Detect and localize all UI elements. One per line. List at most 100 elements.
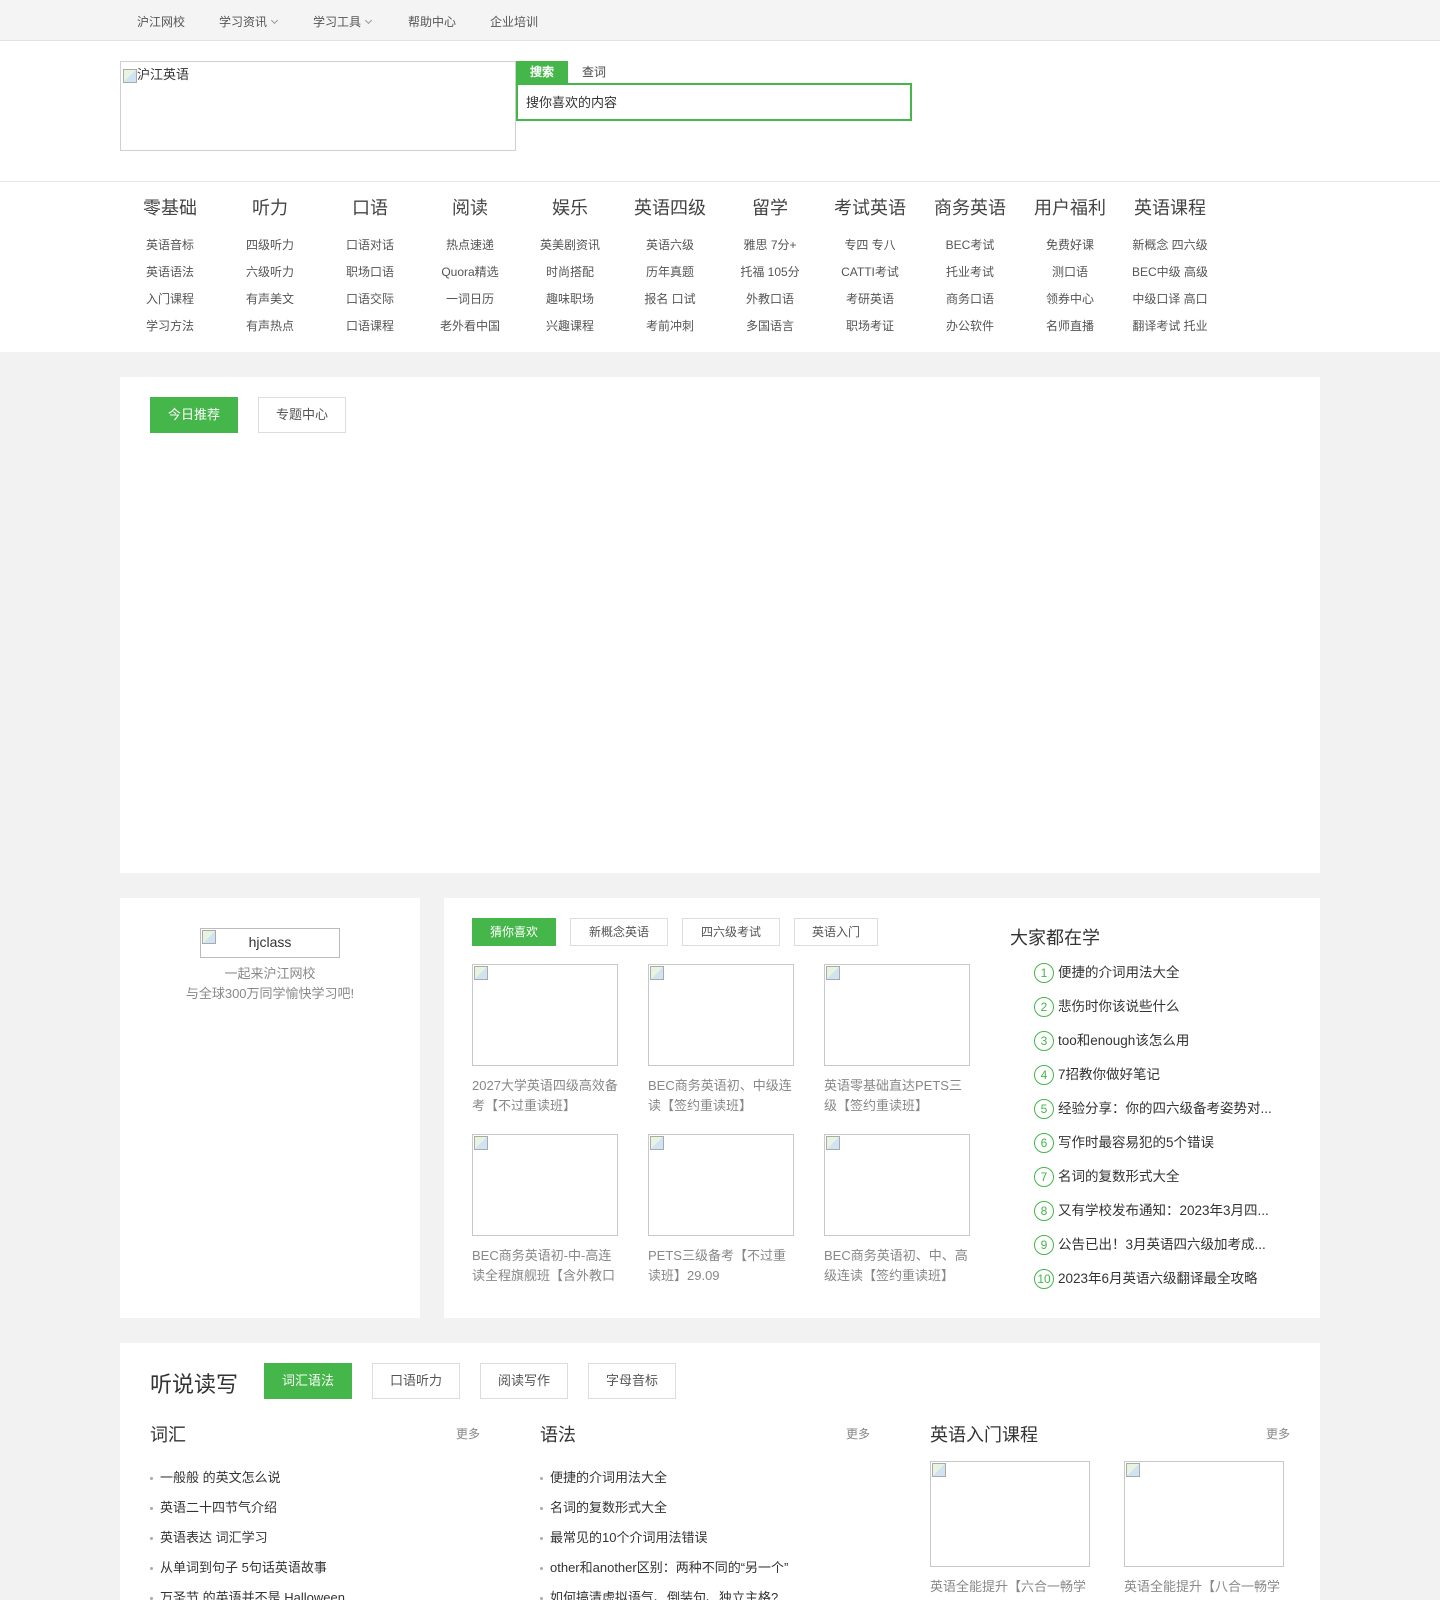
ranking-item[interactable]: 5 经验分享：你的四六级备考姿势对... [1034, 1098, 1292, 1132]
category-link[interactable]: 兴趣课程 [520, 315, 620, 342]
category-title[interactable]: 口语 [320, 196, 420, 226]
search-tab-dictionary[interactable]: 查词 [574, 61, 614, 83]
tab-today-recommend[interactable]: 今日推荐 [150, 397, 238, 433]
topnav-learning-tools[interactable]: 学习工具 [313, 13, 373, 30]
grammar-more-link[interactable]: 更多 [846, 1425, 870, 1442]
category-link[interactable]: 口语对话 [320, 234, 420, 261]
category-link[interactable]: 口语课程 [320, 315, 420, 342]
category-link[interactable]: 老外看中国 [420, 315, 520, 342]
category-title[interactable]: 商务英语 [920, 196, 1020, 226]
intro-more-link[interactable]: 更多 [1266, 1425, 1290, 1442]
ranking-item[interactable]: 6 写作时最容易犯的5个错误 [1034, 1132, 1292, 1166]
topnav-help-center[interactable]: 帮助中心 [408, 13, 456, 30]
tab-speaking-listening[interactable]: 口语听力 [372, 1363, 460, 1399]
search-input[interactable] [516, 83, 912, 121]
intro-course-card[interactable]: 英语全能提升【六合一畅学 [930, 1461, 1090, 1597]
tab-reading-writing[interactable]: 阅读写作 [480, 1363, 568, 1399]
ranking-item[interactable]: 7 名词的复数形式大全 [1034, 1166, 1292, 1200]
category-link[interactable]: 英语音标 [120, 234, 220, 261]
ranking-item[interactable]: 8 又有学校发布通知：2023年3月四... [1034, 1200, 1292, 1234]
category-link[interactable]: 英语六级 [620, 234, 720, 261]
category-link[interactable]: 职场考证 [820, 315, 920, 342]
category-link[interactable]: 考前冲刺 [620, 315, 720, 342]
ranking-item[interactable]: 9 公告已出！3月英语四六级加考成... [1034, 1234, 1292, 1268]
course-card[interactable]: 英语零基础直达PETS三级【签约重读班】 [824, 964, 970, 1116]
list-item[interactable]: 名词的复数形式大全 [540, 1497, 788, 1527]
category-link[interactable]: 有声热点 [220, 315, 320, 342]
category-link[interactable]: 职场口语 [320, 261, 420, 288]
category-title[interactable]: 考试英语 [820, 196, 920, 226]
category-link[interactable]: 商务口语 [920, 288, 1020, 315]
topnav-enterprise-training[interactable]: 企业培训 [490, 13, 538, 30]
category-link[interactable]: 名师直播 [1020, 315, 1120, 342]
tab-guess-you-like[interactable]: 猜你喜欢 [472, 918, 556, 946]
category-link[interactable]: 外教口语 [720, 288, 820, 315]
tab-english-intro[interactable]: 英语入门 [794, 918, 878, 946]
category-link[interactable]: 口语交际 [320, 288, 420, 315]
category-link[interactable]: 趣味职场 [520, 288, 620, 315]
category-title[interactable]: 零基础 [120, 196, 220, 226]
category-title[interactable]: 留学 [720, 196, 820, 226]
tab-phonics[interactable]: 字母音标 [588, 1363, 676, 1399]
category-link[interactable]: 学习方法 [120, 315, 220, 342]
category-link[interactable]: 测口语 [1020, 261, 1120, 288]
category-link[interactable]: BEC中级 高级 [1120, 261, 1220, 288]
category-link[interactable]: CATTI考试 [820, 261, 920, 288]
category-title[interactable]: 听力 [220, 196, 320, 226]
category-link[interactable]: Quora精选 [420, 261, 520, 288]
topnav-learning-news[interactable]: 学习资讯 [219, 13, 279, 30]
site-logo[interactable]: 沪江英语 [120, 61, 516, 151]
list-item[interactable]: 如何搞清虚拟语气、倒装句、独立主格? [540, 1587, 788, 1600]
category-link[interactable]: 雅思 7分+ [720, 234, 820, 261]
list-item[interactable]: 万圣节 的英语并不是 Halloween [150, 1587, 345, 1600]
category-link[interactable]: 专四 专八 [820, 234, 920, 261]
tab-topic-center[interactable]: 专题中心 [258, 397, 346, 433]
course-card[interactable]: BEC商务英语初-中-高连读全程旗舰班【含外教口 [472, 1134, 618, 1286]
hjclass-image[interactable]: hjclass [200, 928, 340, 958]
list-item[interactable]: 英语表达 词汇学习 [150, 1527, 345, 1557]
search-tab-search[interactable]: 搜索 [516, 61, 568, 83]
category-link[interactable]: 热点速递 [420, 234, 520, 261]
ranking-item[interactable]: 4 7招教你做好笔记 [1034, 1064, 1292, 1098]
category-title[interactable]: 阅读 [420, 196, 520, 226]
category-link[interactable]: 英语语法 [120, 261, 220, 288]
course-card[interactable]: BEC商务英语初、中级连读【签约重读班】 [648, 964, 794, 1116]
list-item[interactable]: 最常见的10个介词用法错误 [540, 1527, 788, 1557]
category-link[interactable]: 多国语言 [720, 315, 820, 342]
category-link[interactable]: 中级口译 高口 [1120, 288, 1220, 315]
list-item[interactable]: 一般般 的英文怎么说 [150, 1467, 345, 1497]
category-link[interactable]: BEC考试 [920, 234, 1020, 261]
ranking-item[interactable]: 3 too和enough该怎么用 [1034, 1030, 1292, 1064]
category-link[interactable]: 领券中心 [1020, 288, 1120, 315]
list-item[interactable]: 便捷的介词用法大全 [540, 1467, 788, 1497]
category-link[interactable]: 免费好课 [1020, 234, 1120, 261]
category-link[interactable]: 新概念 四六级 [1120, 234, 1220, 261]
category-title[interactable]: 用户福利 [1020, 196, 1120, 226]
course-card[interactable]: PETS三级备考【不过重读班】29.09 [648, 1134, 794, 1286]
ranking-item[interactable]: 1 便捷的介词用法大全 [1034, 962, 1292, 996]
category-link[interactable]: 英美剧资讯 [520, 234, 620, 261]
list-item[interactable]: 英语二十四节气介绍 [150, 1497, 345, 1527]
tab-cet[interactable]: 四六级考试 [682, 918, 780, 946]
category-link[interactable]: 六级听力 [220, 261, 320, 288]
ranking-item[interactable]: 2 悲伤时你该说些什么 [1034, 996, 1292, 1030]
category-link[interactable]: 托福 105分 [720, 261, 820, 288]
category-link[interactable]: 历年真题 [620, 261, 720, 288]
category-link[interactable]: 报名 口试 [620, 288, 720, 315]
vocab-more-link[interactable]: 更多 [456, 1425, 480, 1442]
tab-new-concept[interactable]: 新概念英语 [570, 918, 668, 946]
category-title[interactable]: 娱乐 [520, 196, 620, 226]
course-card[interactable]: BEC商务英语初、中、高级连读【签约重读班】 [824, 1134, 970, 1286]
category-title[interactable]: 英语课程 [1120, 196, 1220, 226]
category-link[interactable]: 翻译考试 托业 [1120, 315, 1220, 342]
ranking-item[interactable]: 10 2023年6月英语六级翻译最全攻略 [1034, 1268, 1292, 1302]
category-link[interactable]: 时尚搭配 [520, 261, 620, 288]
course-card[interactable]: 2027大学英语四级高效备考【不过重读班】 [472, 964, 618, 1116]
topnav-hujiang-school[interactable]: 沪江网校 [137, 13, 185, 30]
category-title[interactable]: 英语四级 [620, 196, 720, 226]
category-link[interactable]: 考研英语 [820, 288, 920, 315]
list-item[interactable]: other和another区别：两种不同的“另一个” [540, 1557, 788, 1587]
category-link[interactable]: 一词日历 [420, 288, 520, 315]
tab-vocab-grammar[interactable]: 词汇语法 [264, 1363, 352, 1399]
intro-course-card[interactable]: 英语全能提升【八合一畅学 [1124, 1461, 1284, 1597]
